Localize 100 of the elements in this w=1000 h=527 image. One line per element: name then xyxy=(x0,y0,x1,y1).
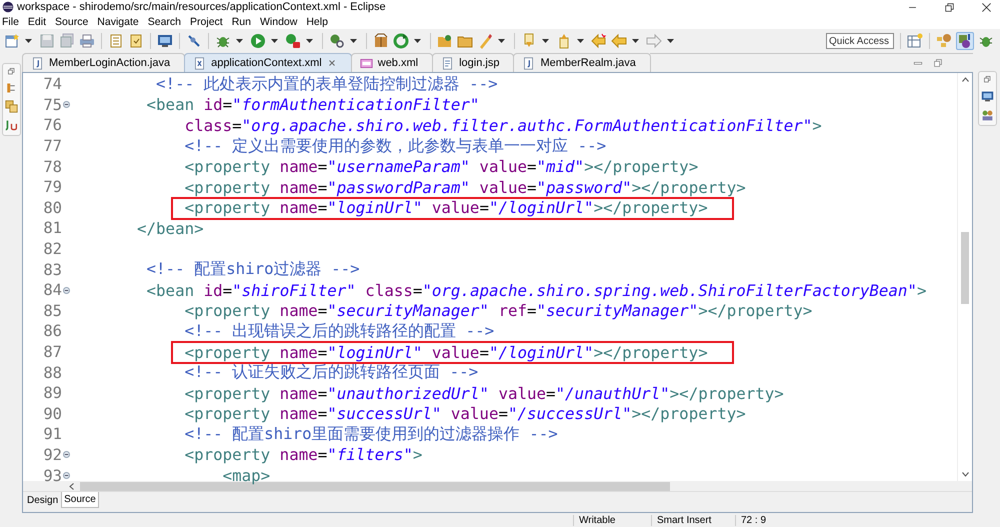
search-icon[interactable] xyxy=(329,33,345,49)
open-folder-icon[interactable] xyxy=(437,33,453,49)
editor-tab[interactable]: web.xml xyxy=(350,53,434,72)
line-number: 77 xyxy=(42,137,62,156)
code-line: <bean id="shiroFilter" class="org.apache.shiro.spring.web.ShiroFilterFactoryBean"> xyxy=(146,280,926,300)
new-file-icon[interactable] xyxy=(4,33,20,49)
line-number: 75 xyxy=(42,96,62,114)
code-line: <!-- 配置shiro里面需要使用到的过滤器操作 --> xyxy=(184,424,558,445)
code-line: <property name="loginUrl" value="/loginUrl"></property> xyxy=(184,198,708,218)
code-line: <bean id="formAuthenticationFilter" xyxy=(146,95,480,114)
editor-mode-tab[interactable]: Source xyxy=(61,492,99,508)
java-file-icon xyxy=(522,56,536,70)
clipboard-icon[interactable] xyxy=(128,33,144,49)
scroll-up-icon[interactable] xyxy=(962,77,968,82)
web-file-icon xyxy=(360,56,373,70)
menu-item[interactable]: Project xyxy=(190,16,228,28)
editor-tab[interactable]: login.jsp xyxy=(432,53,514,72)
editor-tab[interactable]: MemberLoginAction.java xyxy=(22,53,186,72)
caret-icon[interactable] xyxy=(236,39,243,43)
scroll-down-icon[interactable] xyxy=(962,472,968,477)
fold-icon[interactable] xyxy=(63,101,70,108)
back-edit-icon[interactable] xyxy=(591,33,607,49)
restore-icon[interactable] xyxy=(944,2,955,12)
scrollbar-thumb[interactable] xyxy=(961,232,969,304)
document-icon[interactable] xyxy=(108,33,124,49)
code-line: <property name="filters"> xyxy=(184,445,422,464)
maximize-icon[interactable] xyxy=(933,58,943,68)
line-number: 88 xyxy=(42,364,62,382)
menu-item[interactable]: Source xyxy=(55,16,94,28)
package-icon[interactable] xyxy=(373,33,389,49)
code-line: </bean> xyxy=(136,218,204,238)
line-number: 91 xyxy=(42,425,62,444)
caret-icon[interactable] xyxy=(25,39,32,43)
hierarchy-icon[interactable] xyxy=(5,82,17,94)
code-line: <property name="loginUrl" value="/loginUrl"></property> xyxy=(184,342,708,362)
editor-tab[interactable]: MemberRealm.java xyxy=(513,53,651,72)
monitor-icon[interactable] xyxy=(157,33,173,49)
line-number: 76 xyxy=(42,116,62,134)
people-icon[interactable] xyxy=(981,109,994,122)
run-icon[interactable] xyxy=(250,33,266,49)
menu-item[interactable]: Window xyxy=(260,16,302,28)
menu-item[interactable]: Run xyxy=(232,16,256,28)
team-perspective-icon[interactable] xyxy=(936,33,952,49)
caret-icon[interactable] xyxy=(350,39,357,43)
code-line: <!-- 定义出需要使用的参数，此参数与表单一一对应 --> xyxy=(184,136,606,157)
back-arrow-icon[interactable] xyxy=(611,33,627,49)
menu-item[interactable]: File xyxy=(2,16,24,28)
close-icon[interactable] xyxy=(981,2,992,12)
caret-icon[interactable] xyxy=(542,39,549,43)
code-line: <!-- 配置shiro过滤器 --> xyxy=(146,259,360,280)
line-number: 90 xyxy=(42,404,62,423)
status-cell: Smart Insert xyxy=(651,514,735,526)
code-line: <property name="usernameParam" value="mid"></property> xyxy=(184,157,698,176)
line-number: 89 xyxy=(42,384,62,402)
status-cell: Writable xyxy=(573,514,651,526)
editor-mode-tab[interactable]: Design xyxy=(24,492,62,509)
window-title: workspace - shirodemo/src/main/resources/applicationContext.xml - Eclipse xyxy=(17,1,387,13)
print-icon[interactable] xyxy=(79,33,95,49)
line-number: 78 xyxy=(42,158,62,176)
line-number: 92 xyxy=(42,446,62,464)
line-number: 84 xyxy=(42,281,62,300)
menu-item[interactable]: Edit xyxy=(28,16,52,28)
code-line: <map> xyxy=(222,466,270,486)
open-perspective-icon[interactable] xyxy=(907,33,923,49)
menu-item[interactable]: Help xyxy=(306,16,333,28)
fold-icon[interactable] xyxy=(63,472,70,480)
code-line: <property name="unauthorizedUrl" value="/unauthUrl"></property> xyxy=(184,384,784,403)
code-line: <!-- 此处表示内置的表单登陆控制过滤器 --> xyxy=(155,74,498,95)
xml-file-icon xyxy=(193,56,206,70)
quick-access-field[interactable]: Quick Access xyxy=(826,33,894,49)
java-file-icon xyxy=(31,56,44,70)
caret-icon[interactable] xyxy=(306,39,313,43)
caret-icon[interactable] xyxy=(498,39,505,43)
java-ee-perspective-icon[interactable] xyxy=(957,33,973,49)
caret-icon[interactable] xyxy=(667,39,674,43)
code-line: <!-- 出现错误之后的跳转路径的配置 --> xyxy=(184,320,494,342)
vertical-scrollbar[interactable] xyxy=(957,73,972,481)
code-line: <!-- 认证失败之后的跳转路径页面 --> xyxy=(184,362,478,384)
monitor-icon[interactable] xyxy=(981,90,994,103)
run-tool-icon[interactable] xyxy=(285,33,301,49)
menu-item[interactable]: Search xyxy=(148,16,186,28)
fold-icon[interactable] xyxy=(63,451,70,458)
line-number: 74 xyxy=(42,75,62,94)
scroll-left-icon[interactable] xyxy=(69,482,74,490)
fold-icon[interactable] xyxy=(63,286,70,294)
junit-icon[interactable] xyxy=(4,119,18,132)
line-number: 86 xyxy=(42,322,62,340)
caret-icon[interactable] xyxy=(632,39,639,43)
caret-icon[interactable] xyxy=(577,39,584,43)
code-line: class="org.apache.shiro.web.filter.authc.FormAuthenticationFilter"> xyxy=(184,116,822,135)
line-number: 80 xyxy=(42,198,62,217)
line-number: 82 xyxy=(42,240,62,258)
editor-tab[interactable]: applicationContext.xml xyxy=(184,53,352,72)
caret-icon[interactable] xyxy=(414,39,421,43)
caret-icon[interactable] xyxy=(271,39,278,43)
packages-icon[interactable] xyxy=(4,100,18,113)
menu-item[interactable]: Navigate xyxy=(97,16,144,28)
line-number: 81 xyxy=(42,219,62,238)
line-number: 79 xyxy=(42,178,62,196)
refresh-icon[interactable] xyxy=(393,33,409,49)
